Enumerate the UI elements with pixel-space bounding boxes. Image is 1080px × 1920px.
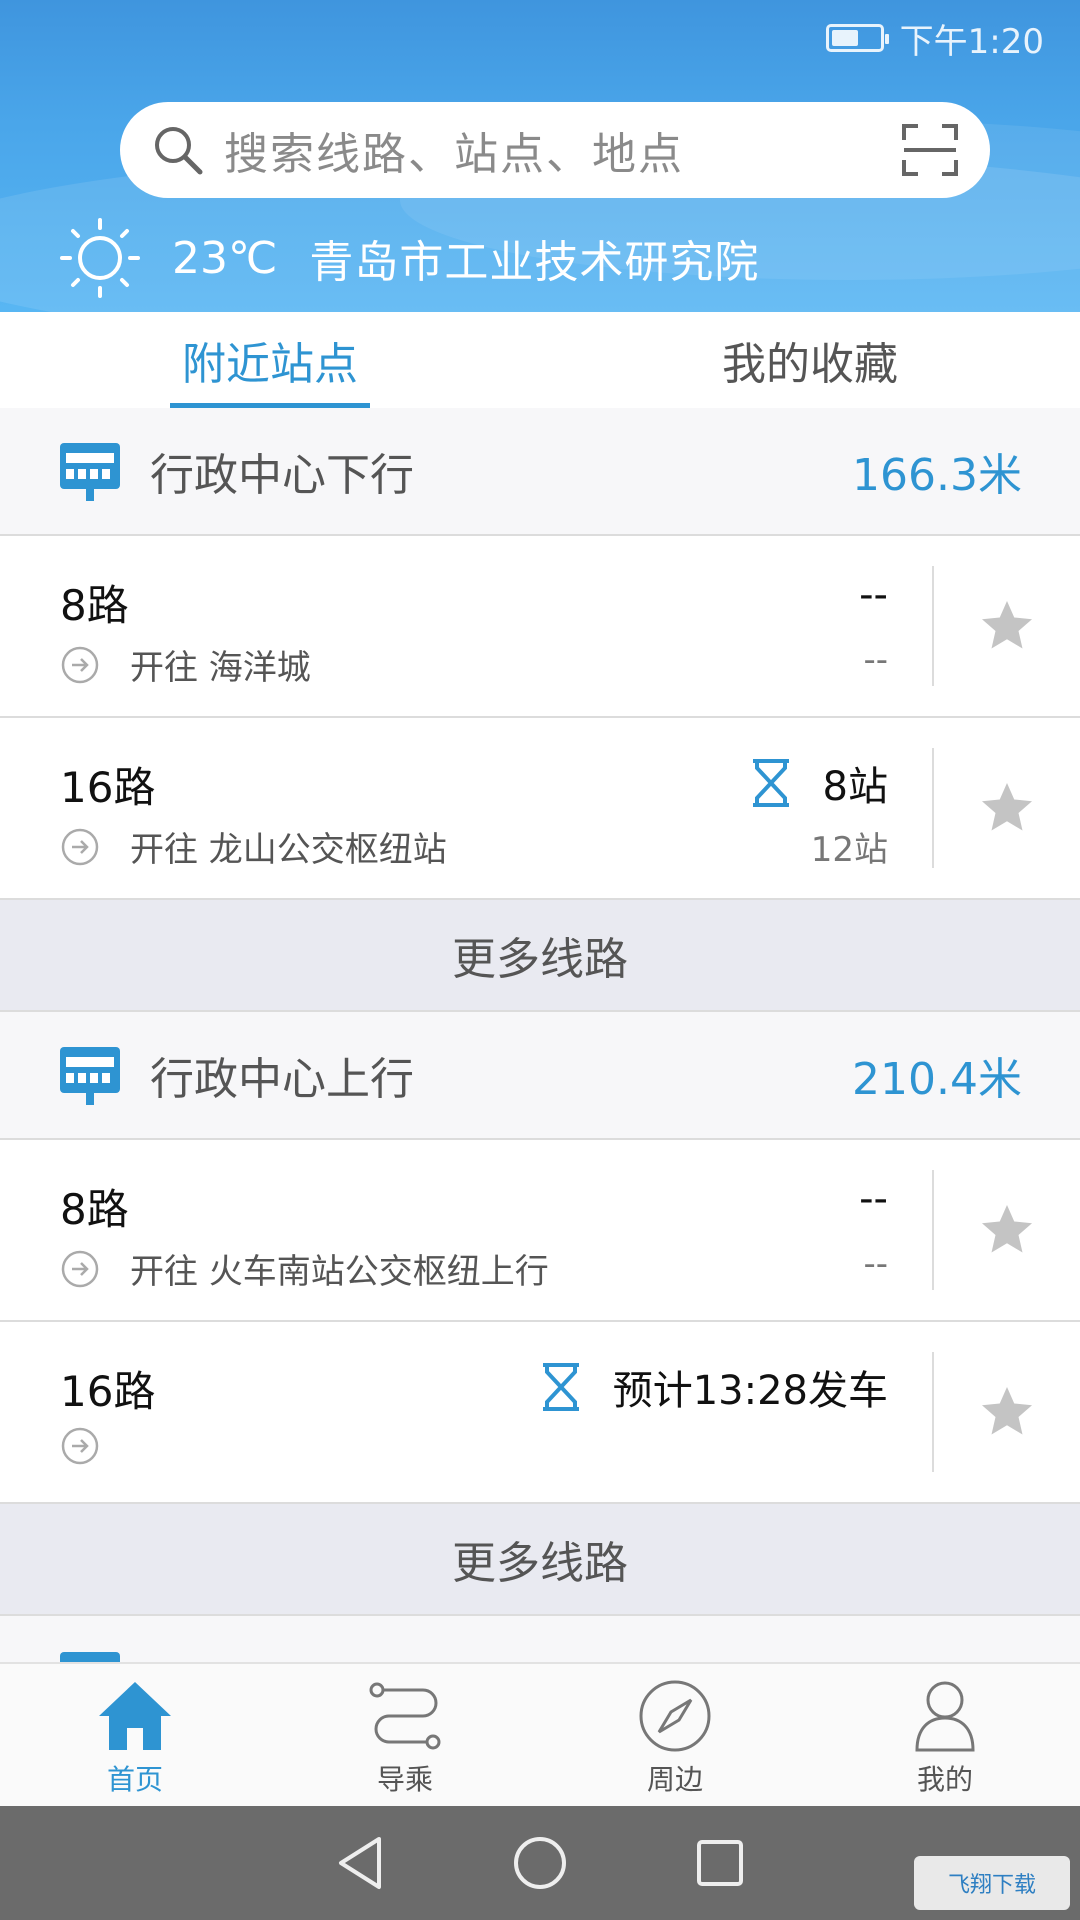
route-row[interactable]: 8路 开往 火车南站公交枢纽上行 -- -- (0, 1140, 1080, 1322)
nav-transit-guide[interactable]: 导乘 (270, 1664, 540, 1806)
star-icon (982, 1387, 1032, 1435)
weather-bar: 23℃ 青岛市工业技术研究院 (58, 214, 759, 302)
recents-square-icon (697, 1840, 743, 1886)
arrival-substatus: -- (863, 640, 888, 680)
hourglass-icon (542, 1363, 579, 1411)
arrival-substatus: -- (863, 1244, 888, 1284)
user-icon (915, 1681, 975, 1752)
app-header: 下午1:20 搜索线路、站点、地点 23℃ 青岛市工业技术研究院 (0, 0, 1080, 312)
search-icon (155, 127, 203, 175)
watermark-logo: 飞翔下载 (914, 1856, 1070, 1910)
nav-mine[interactable]: 我的 (810, 1664, 1080, 1806)
bottom-navigation: 首页 导乘 周边 我的 (0, 1662, 1080, 1806)
tab-bar: 附近站点 我的收藏 (0, 312, 1080, 408)
bus-stop-icon (60, 443, 120, 501)
station-header-partial[interactable] (0, 1616, 1080, 1662)
status-time: 下午1:20 (899, 21, 1044, 62)
arrow-right-circle-icon (61, 1427, 99, 1465)
search-input[interactable]: 搜索线路、站点、地点 (224, 118, 900, 182)
arrow-right-circle-icon (61, 646, 99, 683)
favorite-button[interactable] (934, 718, 1080, 898)
bus-stop-icon (60, 1652, 120, 1662)
nav-label: 我的 (916, 1763, 973, 1796)
home-icon (99, 1682, 171, 1750)
home-circle-icon (514, 1837, 566, 1889)
home-system-button[interactable] (510, 1833, 570, 1893)
arrival-status: -- (859, 1176, 888, 1222)
station-name: 行政中心下行 (150, 450, 414, 501)
star-icon (982, 783, 1032, 831)
battery-icon (825, 24, 889, 52)
route-row[interactable]: 16路 开往 龙山公交枢纽站 8站 12站 (0, 718, 1080, 900)
route-name: 8路 (60, 581, 129, 630)
favorite-button[interactable] (934, 1140, 1080, 1320)
departure-time: 预计13:28发车 (612, 1368, 888, 1414)
arrival-substatus: 12站 (810, 830, 888, 870)
nav-label: 周边 (646, 1763, 703, 1796)
arrow-right-circle-icon (61, 1250, 99, 1287)
station-name: 行政中心上行 (150, 1054, 414, 1105)
station-header[interactable]: 行政中心上行 210.4米 (0, 1012, 1080, 1140)
route-name: 8路 (60, 1185, 129, 1234)
status-bar: 下午1:20 (825, 14, 1044, 62)
nav-home[interactable]: 首页 (0, 1664, 270, 1806)
temperature: 23℃ (172, 232, 278, 284)
route-name: 16路 (60, 763, 156, 812)
route-direction: 开往 火车南站公交枢纽上行 (130, 1252, 549, 1292)
sun-icon (60, 218, 140, 298)
nav-label: 导乘 (376, 1763, 433, 1796)
current-location[interactable]: 青岛市工业技术研究院 (309, 226, 759, 290)
route-name: 16路 (60, 1367, 156, 1416)
nav-nearby[interactable]: 周边 (540, 1664, 810, 1806)
tab-my-favorites[interactable]: 我的收藏 (540, 312, 1080, 408)
favorite-button[interactable] (934, 1322, 1080, 1502)
arrow-right-circle-icon (61, 828, 99, 865)
tab-nearby-stations[interactable]: 附近站点 (0, 312, 540, 408)
route-direction: 开往 海洋城 (130, 648, 311, 688)
star-icon (982, 1205, 1032, 1253)
favorite-button[interactable] (934, 536, 1080, 716)
recents-button[interactable] (690, 1833, 750, 1893)
station-list[interactable]: 行政中心下行 166.3米 8路 开往 海洋城 -- -- 16路 开往 龙山公… (0, 408, 1080, 1662)
bus-stop-icon (60, 1047, 120, 1105)
nav-label: 首页 (106, 1763, 163, 1796)
station-distance: 166.3米 (852, 450, 1022, 501)
arrival-status: -- (859, 572, 888, 618)
route-row[interactable]: 8路 开往 海洋城 -- -- (0, 536, 1080, 718)
route-icon (369, 1682, 441, 1750)
route-direction: 开往 龙山公交枢纽站 (130, 830, 447, 870)
hourglass-icon (752, 759, 789, 807)
back-triangle-icon (339, 1837, 381, 1889)
scan-icon[interactable] (900, 122, 960, 178)
more-routes-button[interactable]: 更多线路 (0, 900, 1080, 1012)
station-distance: 210.4米 (852, 1054, 1022, 1105)
back-button[interactable] (330, 1833, 390, 1893)
search-bar[interactable]: 搜索线路、站点、地点 (120, 102, 990, 198)
star-icon (982, 601, 1032, 649)
compass-icon (639, 1680, 711, 1752)
route-row[interactable]: 16路 预计13:28发车 (0, 1322, 1080, 1504)
station-header[interactable]: 行政中心下行 166.3米 (0, 408, 1080, 536)
arrival-status: 8站 (822, 764, 888, 810)
more-routes-button[interactable]: 更多线路 (0, 1504, 1080, 1616)
